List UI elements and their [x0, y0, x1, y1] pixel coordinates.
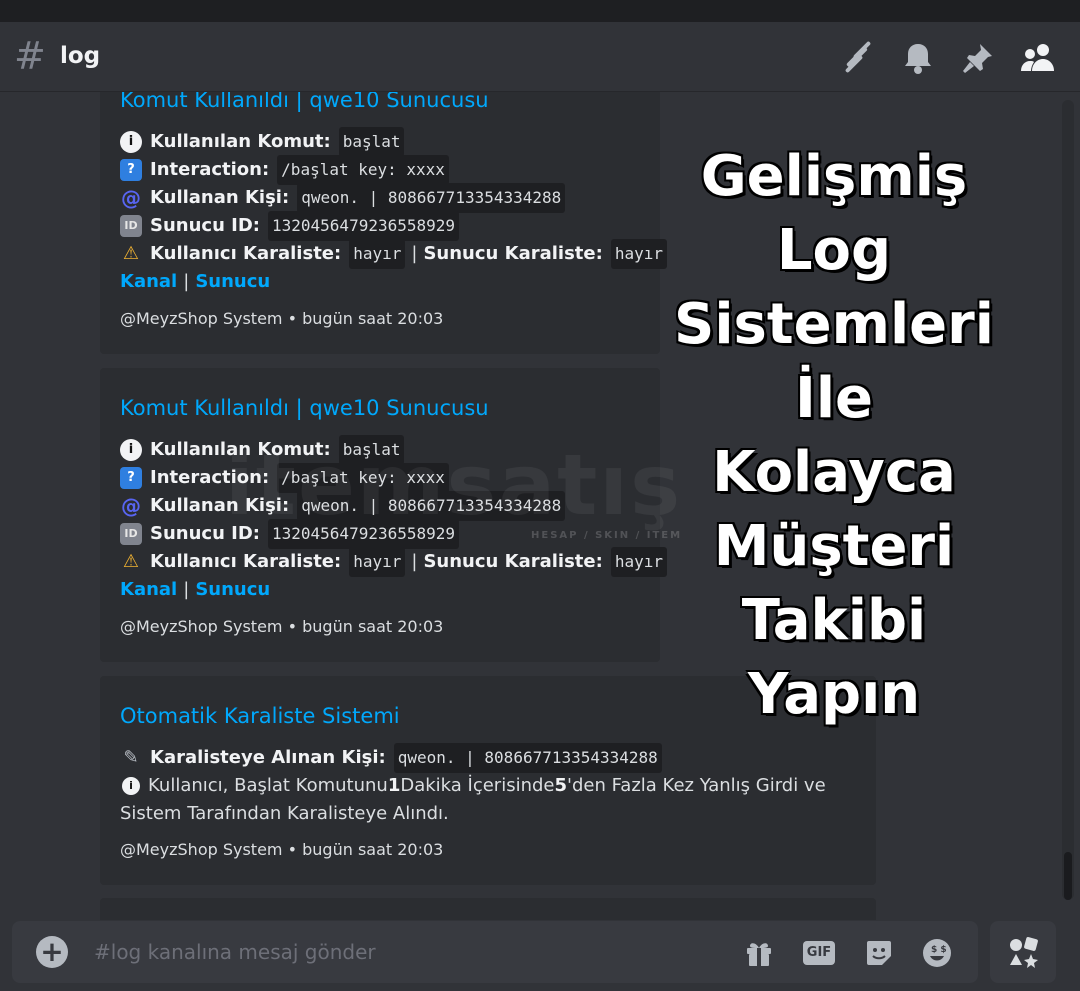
- bell-icon[interactable]: [898, 38, 938, 78]
- warning-icon: ⚠: [122, 243, 140, 264]
- members-icon[interactable]: [1018, 38, 1058, 78]
- embed-title[interactable]: Otomatik Karaliste Sistemi: [120, 702, 400, 730]
- scrollbar-track[interactable]: [1062, 100, 1074, 900]
- channel-link[interactable]: Kanal: [120, 268, 177, 296]
- embed-fields: ✎ Karalisteye Alınan Kişi: qweon. | 808667…: [120, 743, 826, 828]
- embed-title[interactable]: Komut Kullanıldı | qwe10 Sunucusu: [120, 394, 489, 422]
- warning-icon: ⚠: [122, 551, 140, 572]
- svg-text:$ $: $ $: [931, 945, 947, 955]
- channel-name: log: [60, 43, 101, 69]
- embed-title[interactable]: Komut Kullanıldı | qwe10 Sunucusu: [120, 92, 489, 114]
- plus-icon[interactable]: +: [36, 936, 68, 968]
- embed-fields: i Kullanılan Komut: başlat ? Interaction:/b…: [120, 127, 667, 296]
- channel-link[interactable]: Kanal: [120, 576, 177, 604]
- emoji-icon[interactable]: $ $: [920, 936, 954, 970]
- sticker-icon[interactable]: [862, 936, 896, 970]
- scrollbar-thumb[interactable]: [1064, 852, 1072, 900]
- info-icon: i: [122, 777, 140, 795]
- info-icon: i: [120, 131, 142, 153]
- id-icon: ID: [120, 215, 142, 237]
- embed-command-log: Komut Kullanıldı | qwe10 Sunucusu i Kulla…: [100, 92, 667, 354]
- embed-partial: [100, 898, 876, 920]
- message-input[interactable]: #log kanalına mesaj gönder: [94, 938, 376, 966]
- gift-icon[interactable]: [742, 936, 776, 970]
- server-link[interactable]: Sunucu: [195, 268, 270, 296]
- at-icon: @: [121, 494, 141, 518]
- interaction-icon: ?: [120, 159, 142, 181]
- channel-hash-icon: #: [14, 34, 46, 78]
- embed-footer: @MeyzShop System • bugün saat 20:03: [120, 617, 444, 636]
- apps-icon[interactable]: [990, 921, 1056, 983]
- at-icon: @: [121, 186, 141, 210]
- info-icon: i: [120, 439, 142, 461]
- server-link[interactable]: Sunucu: [195, 576, 270, 604]
- interaction-icon: ?: [120, 467, 142, 489]
- message-composer: + #log kanalına mesaj gönder GIF $ $: [12, 921, 978, 983]
- threads-icon[interactable]: [838, 38, 878, 78]
- embed-footer: @MeyzShop System • bugün saat 20:03: [120, 840, 444, 859]
- window-top-strip: [0, 0, 1080, 22]
- channel-header: # log: [0, 22, 1080, 92]
- memo-icon: ✎: [123, 747, 139, 768]
- embed-footer: @MeyzShop System • bugün saat 20:03: [120, 309, 444, 328]
- promo-overlay-text: Gelişmiş Log Sistemleri İle Kolayca Müşt…: [674, 144, 994, 727]
- id-icon: ID: [120, 523, 142, 545]
- watermark: itemsatış HESAP / SKIN / ITEM: [225, 436, 683, 541]
- gif-icon[interactable]: GIF: [802, 936, 836, 970]
- pin-icon[interactable]: [958, 38, 998, 78]
